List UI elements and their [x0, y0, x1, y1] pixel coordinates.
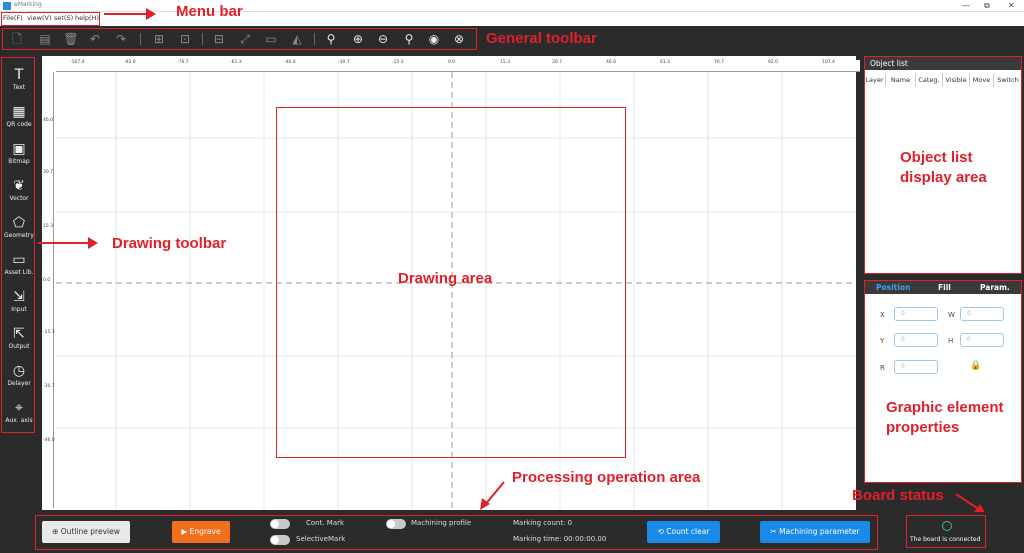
- ruler-tick: -107.4: [70, 60, 85, 65]
- maximize-icon[interactable]: ⧉: [984, 0, 990, 12]
- ruler-tick: 0.0: [43, 278, 51, 283]
- annotation-menu-bar: Menu bar: [176, 3, 243, 20]
- menu-bar-highlight: [1, 12, 100, 26]
- ruler-tick: -92.0: [124, 60, 136, 65]
- ruler-top: -107.4 -92.0 -76.7 -61.3 -46.0 -30.7 -15…: [56, 60, 860, 72]
- annotation-general-toolbar: General toolbar: [486, 30, 597, 47]
- drawing-toolbar-arrow: [38, 237, 98, 249]
- annotation-line: Object list: [900, 149, 973, 166]
- annotation-line: properties: [886, 419, 960, 436]
- ruler-tick: 46.0: [606, 60, 617, 65]
- ruler-tick: 15.3: [500, 60, 511, 65]
- annotation-line: Graphic element: [886, 399, 1004, 416]
- ruler-left: 46.0 30.7 15.3 0.0 -15.3 -30.7 -46.0: [42, 72, 55, 508]
- annotation-line: display area: [900, 169, 987, 186]
- app-logo-icon: [3, 2, 11, 10]
- ruler-tick: -61.3: [230, 60, 242, 65]
- ruler-tick: 15.3: [43, 224, 54, 229]
- ruler-tick: 30.7: [552, 60, 563, 65]
- annotation-processing-area: Processing operation area: [512, 469, 701, 486]
- board-status-highlight: [906, 515, 986, 548]
- properties-highlight: [864, 280, 1022, 483]
- general-toolbar-highlight: [2, 28, 477, 50]
- processing-area-highlight: [35, 515, 878, 550]
- ruler-tick: -30.7: [43, 384, 55, 389]
- ruler-tick: -15.3: [392, 60, 404, 65]
- processing-arrow: [480, 481, 505, 510]
- annotation-object-list: Object list display area: [900, 148, 987, 188]
- minimize-icon[interactable]: —: [962, 0, 970, 12]
- menu-bar-arrow: [104, 8, 156, 20]
- ruler-tick: 0.0: [448, 60, 456, 65]
- ruler-tick: -15.3: [43, 330, 55, 335]
- annotation-drawing-area: Drawing area: [398, 270, 493, 287]
- drawing-toolbar-highlight: [1, 57, 35, 433]
- annotation-board-status: Board status: [852, 487, 944, 504]
- ruler-tick: 76.7: [714, 60, 725, 65]
- ruler-tick: -46.0: [43, 438, 55, 443]
- ruler-tick: 30.7: [43, 170, 54, 175]
- annotation-drawing-toolbar: Drawing toolbar: [112, 235, 227, 252]
- ruler-tick: -46.0: [284, 60, 296, 65]
- ruler-tick: -30.7: [338, 60, 350, 65]
- annotation-graphic-properties: Graphic element properties: [886, 398, 1004, 438]
- ruler-tick: -76.7: [177, 60, 189, 65]
- ruler-tick: 107.4: [822, 60, 835, 65]
- close-icon[interactable]: ✕: [1008, 0, 1015, 12]
- window-title: eMarking: [14, 1, 42, 8]
- ruler-tick: 46.0: [43, 118, 54, 123]
- ruler-tick: 92.0: [768, 60, 779, 65]
- app-window: eMarking — ⧉ ✕ File(F) view(V) set(S) he…: [0, 0, 1024, 553]
- ruler-tick: 61.3: [660, 60, 671, 65]
